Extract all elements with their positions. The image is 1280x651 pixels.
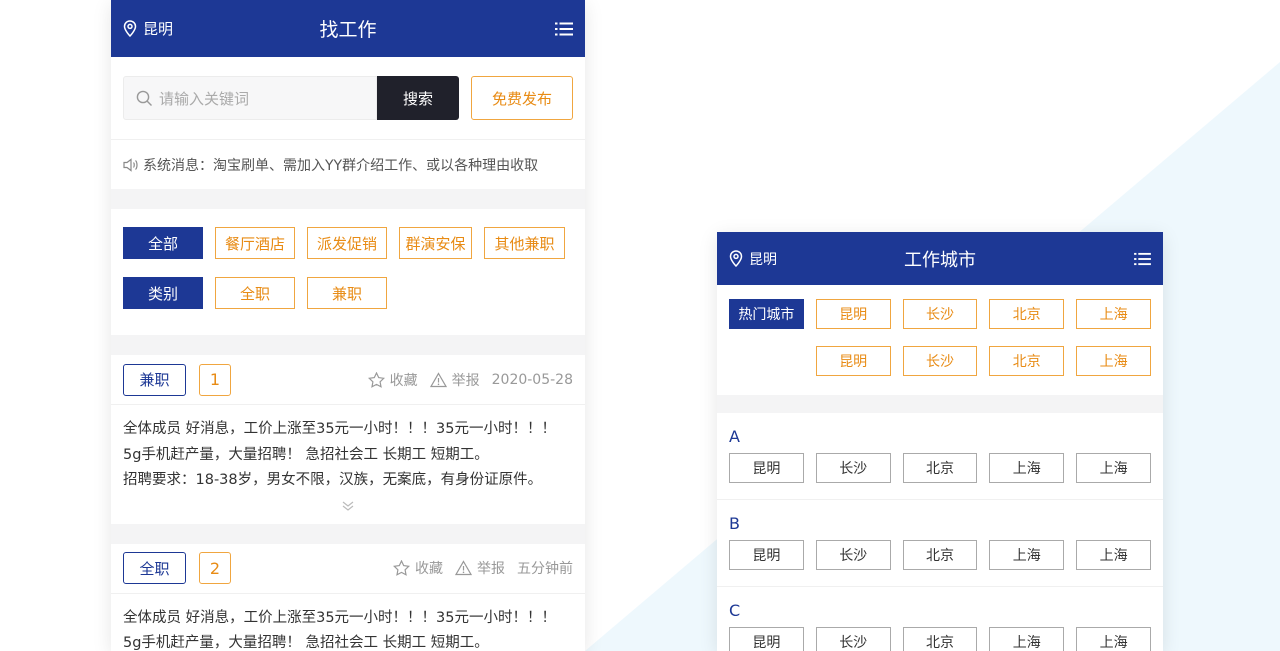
warning-icon (455, 560, 472, 576)
job-line: 5g手机赶产量，大量招聘！ 急招社会工 长期工 短期工。 (123, 635, 489, 651)
job-description: 全体成员 好消息，工价上涨至35元一小时！！！35元一小时！！！ 5g手机赶产量… (111, 594, 585, 651)
location-name: 昆明 (749, 251, 777, 268)
filter-promotion[interactable]: 派发促销 (307, 227, 387, 259)
hot-city[interactable]: 昆明 (815, 299, 891, 329)
search-icon (136, 90, 152, 106)
location-name: 昆明 (143, 20, 174, 38)
post-date: 2020-05-28 (491, 371, 573, 388)
free-publish-button[interactable]: 免费发布 (471, 76, 573, 120)
city-item[interactable]: 长沙 (815, 540, 891, 570)
job-list-screen: 昆明 找工作 请输入关键词 搜索 免费发布 系统消息：淘宝刷单、需加入YY群介绍… (111, 0, 585, 651)
job-card[interactable]: 兼职 1 收藏 举报 2020-05-28 全体成员 好消息，工价上涨至35元一… (111, 355, 585, 524)
city-item[interactable]: 上海 (1076, 627, 1151, 651)
system-notice[interactable]: 系统消息：淘宝刷单、需加入YY群介绍工作、或以各种理由收取 (111, 139, 585, 189)
city-item[interactable]: 北京 (902, 453, 978, 483)
city-item[interactable]: 上海 (989, 453, 1065, 483)
star-icon (393, 560, 410, 576)
section-letter: B (729, 514, 740, 533)
location-pin-icon (729, 250, 743, 267)
filter-restaurant-hotel[interactable]: 餐厅酒店 (215, 227, 295, 259)
star-icon (367, 371, 385, 388)
location-selector[interactable]: 昆明 (123, 18, 173, 39)
city-index: A 昆明 长沙 北京 上海 上海 B 昆明 长沙 北京 上海 上海 C 昆明 长… (717, 413, 1163, 651)
filter-fulltime[interactable]: 全职 (215, 277, 295, 309)
page-title: 找工作 (319, 19, 377, 41)
filter-extras-security[interactable]: 群演安保 (399, 227, 472, 259)
city-item[interactable]: 上海 (989, 540, 1065, 570)
double-chevron-down-icon (342, 501, 354, 511)
filter-parttime[interactable]: 兼职 (307, 277, 387, 309)
city-select-screen: 昆明 工作城市 热门城市 昆明 长沙 北京 上海 昆明 长沙 北京 上海 A 昆… (717, 232, 1163, 651)
job-number-badge: 2 (199, 552, 231, 584)
filter-category[interactable]: 类别 (123, 277, 203, 309)
job-type-badge: 兼职 (123, 363, 186, 396)
city-item[interactable]: 昆明 (729, 453, 804, 483)
job-line: 全体成员 好消息，工价上涨至35元一小时！！！35元一小时！！！ (123, 421, 557, 437)
job-line: 全体成员 好消息，工价上涨至35元一小时！！！35元一小时！！！ (123, 609, 557, 626)
search-bar: 请输入关键词 搜索 免费发布 (111, 57, 585, 139)
warning-icon (429, 371, 447, 387)
app-header: 昆明 找工作 (111, 0, 585, 57)
report-label: 举报 (451, 372, 480, 389)
app-header: 昆明 工作城市 (717, 232, 1163, 285)
section-letter: A (729, 427, 740, 446)
hot-city[interactable]: 长沙 (902, 346, 978, 376)
favorite-label: 收藏 (389, 372, 418, 389)
hot-city[interactable]: 上海 (1076, 299, 1151, 329)
city-item[interactable]: 长沙 (815, 627, 891, 651)
favorite-label: 收藏 (415, 561, 443, 577)
city-item[interactable]: 昆明 (729, 540, 804, 570)
section-letter: C (729, 601, 741, 620)
hot-city[interactable]: 长沙 (902, 299, 978, 329)
page-title: 工作城市 (904, 249, 976, 271)
favorite-button[interactable]: 收藏 (367, 370, 418, 390)
hot-cities-label: 热门城市 (729, 299, 804, 329)
hot-city[interactable]: 北京 (989, 299, 1065, 329)
city-item[interactable]: 北京 (902, 627, 978, 651)
city-item[interactable]: 昆明 (729, 627, 804, 651)
category-filters: 全部 餐厅酒店 派发促销 群演安保 其他兼职 类别 全职 兼职 (111, 209, 585, 335)
city-item[interactable]: 上海 (1076, 540, 1151, 570)
location-selector[interactable]: 昆明 (729, 249, 777, 269)
job-line: 招聘要求：18-38岁，男女不限，汉族，无案底，有身份证原件。 (123, 472, 543, 488)
letter-section: B 昆明 长沙 北京 上海 上海 (717, 500, 1163, 587)
job-line: 5g手机赶产量，大量招聘！ 急招社会工 长期工 短期工。 (123, 446, 489, 463)
search-placeholder: 请输入关键词 (159, 89, 250, 108)
city-item[interactable]: 上海 (1076, 453, 1151, 483)
post-date: 五分钟前 (517, 561, 573, 577)
hot-city[interactable]: 昆明 (815, 346, 891, 376)
location-pin-icon (123, 20, 137, 37)
letter-section: C 昆明 长沙 北京 上海 上海 (717, 587, 1163, 651)
report-button[interactable]: 举报 (455, 558, 505, 578)
job-type-badge: 全职 (123, 552, 186, 584)
filter-all[interactable]: 全部 (123, 227, 203, 259)
hot-city[interactable]: 北京 (989, 346, 1065, 376)
speaker-icon (123, 157, 138, 172)
list-menu-icon[interactable] (1134, 252, 1151, 266)
city-item[interactable]: 上海 (989, 627, 1065, 651)
job-card[interactable]: 全职 2 收藏 举报 五分钟前 全体成员 好消息，工价上涨至35元一小时！！！3… (111, 543, 585, 651)
expand-toggle[interactable] (111, 500, 585, 524)
report-button[interactable]: 举报 (429, 370, 480, 390)
list-menu-icon[interactable] (555, 21, 573, 36)
favorite-button[interactable]: 收藏 (393, 558, 443, 578)
hot-cities: 热门城市 昆明 长沙 北京 上海 昆明 长沙 北京 上海 (717, 285, 1163, 395)
city-item[interactable]: 北京 (902, 540, 978, 570)
notice-text: 系统消息：淘宝刷单、需加入YY群介绍工作、或以各种理由收取 (143, 157, 539, 174)
city-item[interactable]: 长沙 (815, 453, 891, 483)
hot-city[interactable]: 上海 (1076, 346, 1151, 376)
letter-section: A 昆明 长沙 北京 上海 上海 (717, 413, 1163, 500)
filter-other-parttime[interactable]: 其他兼职 (484, 227, 565, 259)
job-description: 全体成员 好消息，工价上涨至35元一小时！！！35元一小时！！！ 5g手机赶产量… (111, 405, 585, 500)
report-label: 举报 (477, 561, 505, 577)
search-input[interactable]: 请输入关键词 (123, 76, 377, 120)
job-number-badge: 1 (199, 363, 231, 396)
search-button[interactable]: 搜索 (377, 76, 459, 120)
